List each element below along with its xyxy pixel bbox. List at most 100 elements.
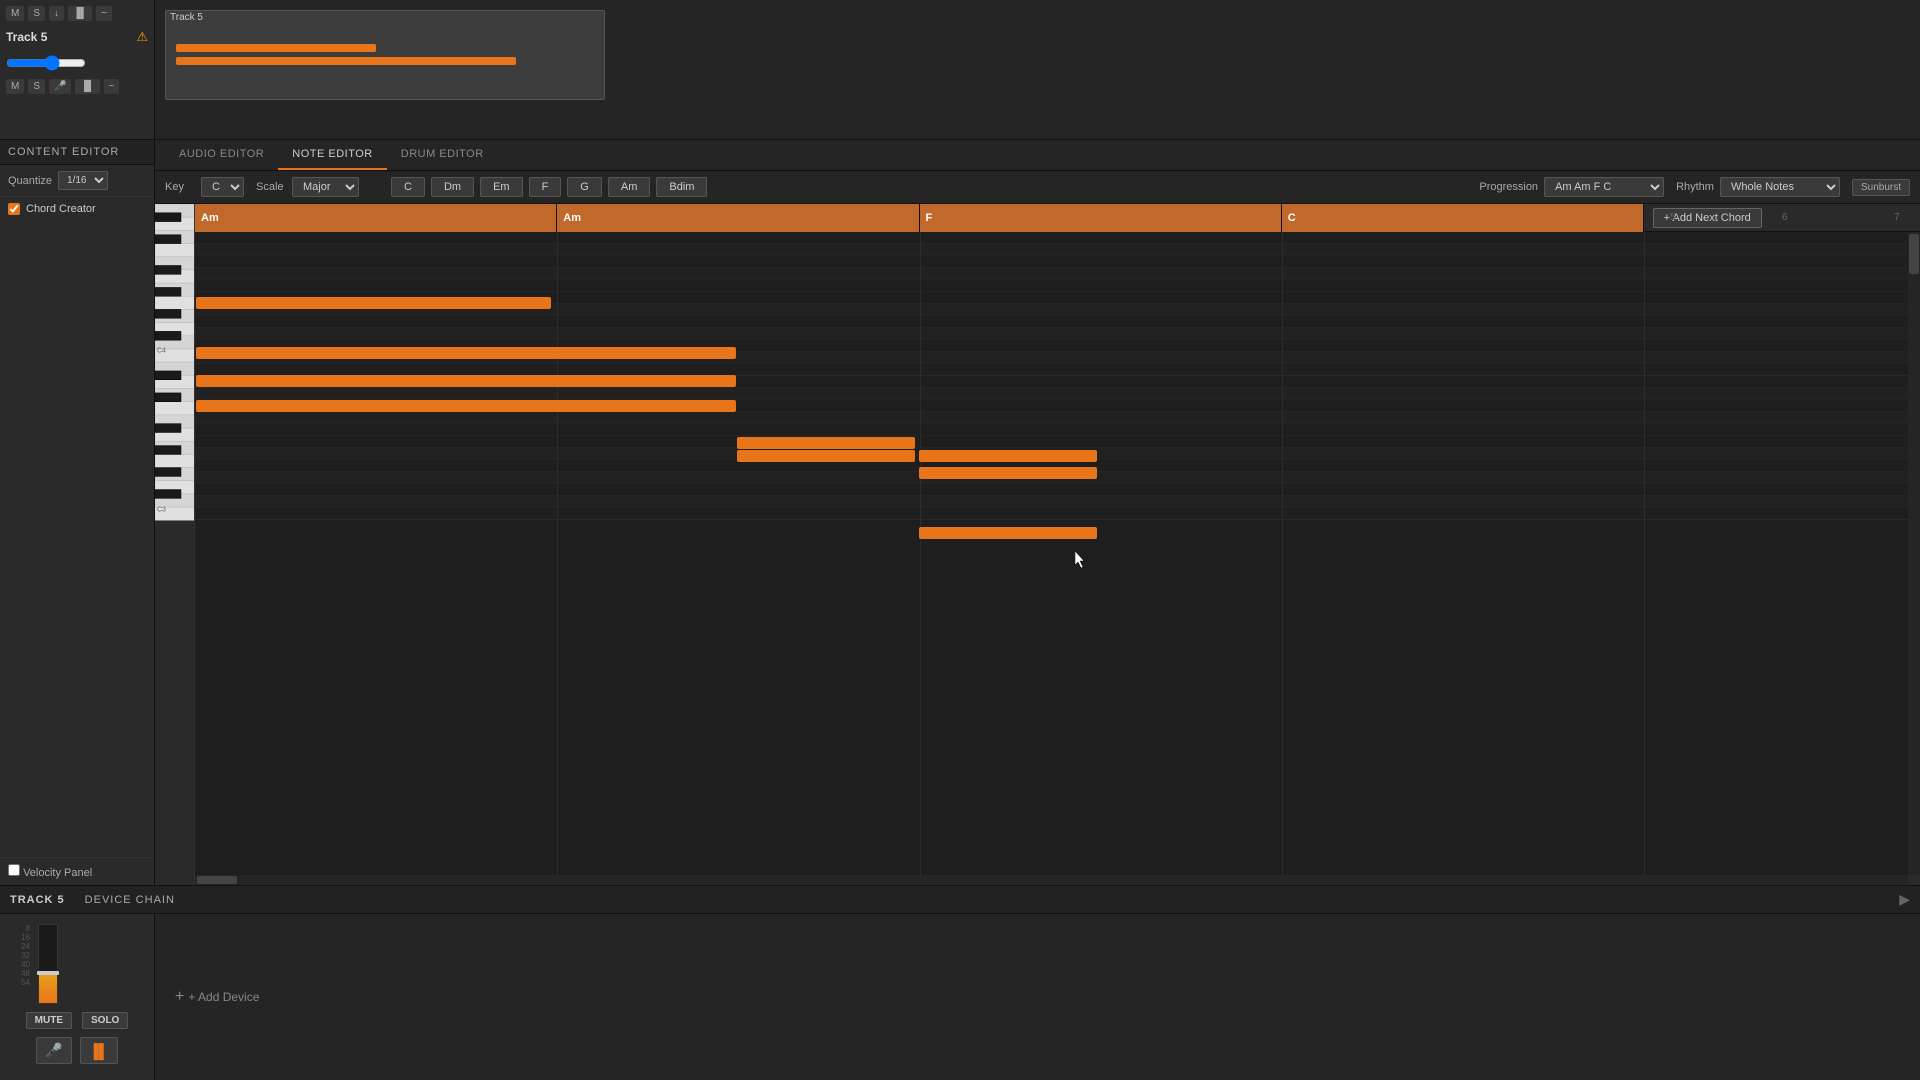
arm-button[interactable]: ↓	[49, 6, 64, 21]
chord-controls: Key C D E F G A B Scale Major Minor Dori…	[155, 171, 1920, 204]
mute-button[interactable]: MUTE	[26, 1012, 72, 1029]
track-title: Track 5	[6, 30, 47, 44]
progression-select[interactable]: Am Am F C C G Am F I IV V I	[1544, 177, 1664, 197]
bottom-icons-row: 🎤 ▐▌	[36, 1037, 117, 1064]
note-bar-8[interactable]	[919, 467, 1097, 479]
piano-icon-button[interactable]: ▐▌	[80, 1037, 118, 1064]
chord-section-am2[interactable]: Am	[557, 204, 919, 232]
warning-icon: ⚠	[136, 29, 148, 45]
v-line-4	[1644, 232, 1645, 885]
velocity-label: Velocity Panel	[23, 867, 92, 879]
fader-level	[39, 973, 57, 1003]
track-header: M S ↓ ▐▌ ~	[6, 6, 148, 21]
quantize-select[interactable]: 1/16 1/8 1/4	[58, 171, 108, 190]
expand-button[interactable]: ▶	[1899, 891, 1910, 908]
chord-section-f[interactable]: F	[920, 204, 1282, 232]
progression-controls: Progression Am Am F C C G Am F I IV V I …	[1479, 177, 1910, 197]
s-button-2[interactable]: S	[28, 79, 45, 94]
rhythm-select[interactable]: Whole Notes Half Notes Quarter Notes	[1720, 177, 1840, 197]
chord-g[interactable]: G	[567, 177, 602, 197]
grid-row-2	[195, 256, 1920, 268]
s-button[interactable]: S	[28, 6, 45, 21]
chord-section-am1[interactable]: Am	[195, 204, 557, 232]
grid-row-13	[195, 388, 1920, 400]
mic-icon-button[interactable]: 🎤	[36, 1037, 71, 1064]
note-bar-3[interactable]	[196, 375, 736, 387]
chord-bdim[interactable]: Bdim	[656, 177, 707, 197]
grid-row-8	[195, 328, 1920, 340]
note-bar-7[interactable]	[919, 450, 1097, 462]
chord-c[interactable]: C	[391, 177, 425, 197]
note-bar-6[interactable]	[737, 450, 915, 462]
chord-buttons: C Dm Em F G Am Bdim	[391, 177, 707, 197]
h-scroll-thumb[interactable]	[197, 876, 237, 884]
grid-area[interactable]: Am Am F C + Add Next Chord 5 6 7	[195, 204, 1920, 885]
v-scrollbar[interactable]	[1908, 232, 1920, 875]
add-device-label: + Add Device	[188, 990, 259, 1004]
h-scrollbar[interactable]	[195, 875, 1908, 885]
grid-row-0	[195, 232, 1920, 244]
scale-label: Scale	[256, 181, 286, 193]
chord-f[interactable]: F	[529, 177, 562, 197]
note-bar-4[interactable]	[196, 400, 736, 412]
v-line-3	[1282, 232, 1283, 885]
key-label: Key	[165, 181, 195, 193]
progression-row: Progression Am Am F C C G Am F I IV V I	[1479, 177, 1664, 197]
solo-button[interactable]: SOLO	[82, 1012, 128, 1029]
rhythm-label: Rhythm	[1676, 181, 1714, 193]
beat-number-7: 7	[1894, 212, 1900, 223]
grid-row-1	[195, 244, 1920, 256]
wave-button-2[interactable]: ~	[104, 79, 120, 94]
grid-row-21	[195, 484, 1920, 496]
grid-row-4	[195, 280, 1920, 292]
track-clip[interactable]: Track 5	[165, 10, 605, 100]
note-bar-9[interactable]	[919, 527, 1097, 539]
bottom-track-title-label: TRACK 5	[0, 894, 75, 906]
wave-button[interactable]: ~	[96, 6, 112, 21]
level-numbers: 8 16 24 32 40 48 54	[10, 924, 30, 987]
tab-drum-editor[interactable]: DRUM EDITOR	[387, 140, 498, 170]
fader-handle[interactable]	[37, 971, 59, 975]
chord-creator-row: Chord Creator	[0, 197, 154, 221]
beat-number-6: 6	[1782, 212, 1788, 223]
scale-row: Scale Major Minor Dorian	[256, 177, 359, 197]
tab-note-editor[interactable]: NOTE EDITOR	[278, 140, 386, 170]
chord-creator-checkbox[interactable]	[8, 203, 20, 215]
track-controls-top: M S ↓ ▐▌ ~ Track 5 ⚠ M S 🎤 ▐▌ ~	[0, 0, 155, 139]
chord-dm[interactable]: Dm	[431, 177, 474, 197]
device-chain-area: + + Add Device	[155, 914, 1920, 1080]
chord-em[interactable]: Em	[480, 177, 523, 197]
m-button[interactable]: M	[6, 6, 24, 21]
track-clip-label: Track 5	[166, 10, 207, 25]
note-bar-5[interactable]	[737, 437, 915, 449]
note-bar-2[interactable]	[196, 347, 736, 359]
main-editor: AUDIO EDITOR NOTE EDITOR DRUM EDITOR Key…	[155, 140, 1920, 885]
quantize-row: Quantize 1/16 1/8 1/4	[0, 165, 154, 197]
device-chain-title-label: DEVICE CHAIN	[75, 894, 185, 906]
key-select[interactable]: C D E F G A B	[201, 177, 244, 197]
add-device-button[interactable]: + + Add Device	[175, 988, 259, 1006]
meter-button[interactable]: ▐▌	[68, 6, 92, 21]
m-button-2[interactable]: M	[6, 79, 24, 94]
quantize-label: Quantize	[8, 175, 52, 187]
volume-fader-track[interactable]	[38, 924, 58, 1004]
sunburst-toggle[interactable]: Sunburst	[1852, 179, 1910, 196]
scale-select[interactable]: Major Minor Dorian	[292, 177, 359, 197]
meter-button-2[interactable]: ▐▌	[75, 79, 99, 94]
add-device-plus-icon: +	[175, 988, 184, 1006]
velocity-panel-checkbox[interactable]	[8, 864, 20, 876]
v-scroll-thumb[interactable]	[1909, 234, 1919, 274]
chord-creator-label: Chord Creator	[26, 203, 96, 215]
grid-row-rest	[195, 520, 1920, 885]
note-bar-1[interactable]	[196, 297, 551, 309]
progression-label: Progression	[1479, 181, 1538, 193]
volume-slider[interactable]	[6, 55, 86, 71]
chord-section-c[interactable]: C	[1282, 204, 1644, 232]
track-title-row: Track 5 ⚠	[6, 29, 148, 45]
mic-button[interactable]: 🎤	[49, 79, 71, 94]
chord-am[interactable]: Am	[608, 177, 651, 197]
bottom-controls-inner: 8 16 24 32 40 48 54	[10, 924, 144, 1004]
svg-text:C3: C3	[157, 504, 166, 513]
piano-roll-wrapper: // Rendered via SVG in the template	[155, 204, 1920, 885]
tab-audio-editor[interactable]: AUDIO EDITOR	[165, 140, 278, 170]
